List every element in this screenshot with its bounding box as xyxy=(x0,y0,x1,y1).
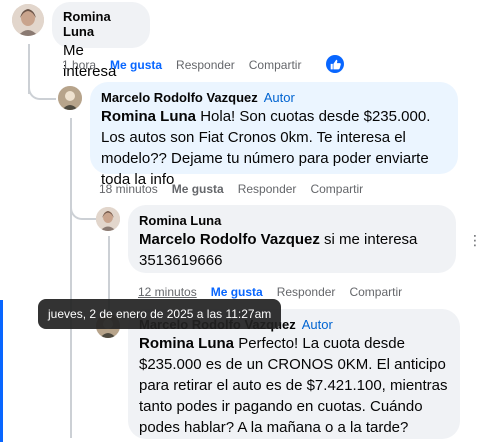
comment-author[interactable]: Romina Luna xyxy=(63,9,139,39)
focus-indicator xyxy=(0,300,3,442)
mention-link[interactable]: Romina Luna xyxy=(101,108,196,125)
comment-author-line: Marcelo Rodolfo Vazquez Autor xyxy=(101,90,447,105)
more-options-icon[interactable]: ⋮ xyxy=(468,232,478,249)
author-badge: Autor xyxy=(301,317,333,332)
reply-button[interactable]: Responder xyxy=(277,285,336,299)
like-button[interactable]: Me gusta xyxy=(211,285,263,299)
profile-photo-icon xyxy=(12,4,44,36)
comment-actions: 18 minutos Me gusta Responder Compartir xyxy=(99,182,377,196)
comment-text: Romina Luna Perfecto! La cuota desde $23… xyxy=(139,333,449,438)
comment-timestamp[interactable]: 18 minutos xyxy=(99,182,158,196)
avatar[interactable] xyxy=(58,86,82,110)
reply-button[interactable]: Responder xyxy=(176,58,235,72)
comment-timestamp[interactable]: 1 hora xyxy=(62,58,96,72)
thumbs-up-icon[interactable] xyxy=(326,55,344,73)
thread-line-reply-1 xyxy=(70,118,72,438)
avatar[interactable] xyxy=(96,207,120,231)
avatar[interactable] xyxy=(12,4,44,36)
share-button[interactable]: Compartir xyxy=(349,285,402,299)
like-button[interactable]: Me gusta xyxy=(172,182,224,196)
comment-bubble-highlighted: Marcelo Rodolfo Vazquez Autor Romina Luna… xyxy=(90,82,458,188)
comment-actions: 1 hora Me gusta Responder Compartir xyxy=(62,58,315,72)
comment-bubble: Romina Luna Me interesa xyxy=(52,2,150,80)
like-button[interactable]: Me gusta xyxy=(110,58,162,72)
comment-bubble: Romina Luna Marcelo Rodolfo Vazquez si m… xyxy=(128,205,456,273)
comment-author[interactable]: Romina Luna xyxy=(139,213,445,228)
comment-text: Marcelo Rodolfo Vazquez si me interesa 3… xyxy=(139,229,445,271)
share-button[interactable]: Compartir xyxy=(249,58,302,72)
reply-button[interactable]: Responder xyxy=(238,182,297,196)
mention-link[interactable]: Romina Luna xyxy=(139,335,234,352)
share-button[interactable]: Compartir xyxy=(310,182,363,196)
comment-text: Romina Luna Hola! Son cuotas desde $235.… xyxy=(101,106,447,190)
comment-actions: 12 minutos Me gusta Responder Compartir xyxy=(138,285,416,299)
comment-author[interactable]: Marcelo Rodolfo Vazquez xyxy=(101,90,258,105)
timestamp-tooltip: jueves, 2 de enero de 2025 a las 11:27am xyxy=(38,299,282,329)
mention-link[interactable]: Marcelo Rodolfo Vazquez xyxy=(139,231,320,248)
thread-connector-reply-2 xyxy=(70,196,96,220)
thread-connector-reply-1 xyxy=(28,76,56,100)
profile-photo-icon xyxy=(96,207,120,231)
author-badge: Autor xyxy=(263,90,295,105)
profile-photo-icon xyxy=(58,86,82,110)
comment-timestamp[interactable]: 12 minutos xyxy=(138,285,197,299)
